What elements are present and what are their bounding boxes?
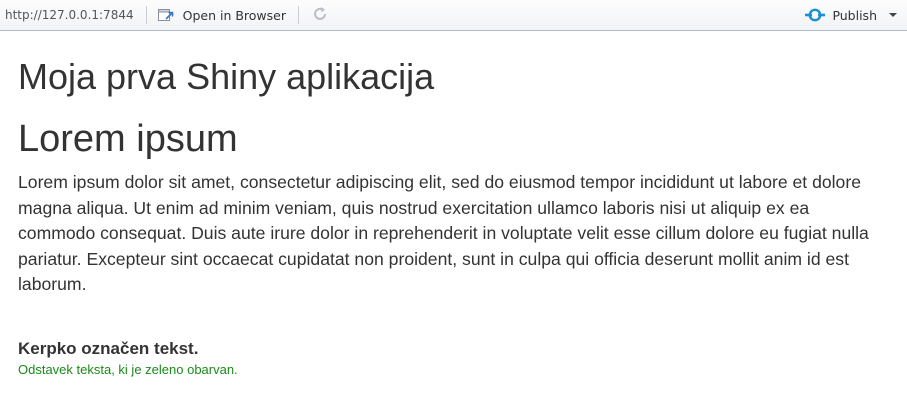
- page-content: Moja prva Shiny aplikacija Lorem ipsum L…: [18, 31, 886, 377]
- toolbar-divider: [298, 6, 299, 24]
- green-text: Odstavek teksta, ki je zeleno obarvan.: [18, 361, 238, 377]
- publish-label: Publish: [832, 7, 877, 23]
- bold-text: Kerpko označen tekst.: [18, 338, 199, 358]
- section-heading: Lorem ipsum: [18, 118, 238, 160]
- viewer-toolbar: http://127.0.0.1:7844 Open in Browser Pu…: [0, 0, 907, 31]
- refresh-button[interactable]: [309, 4, 331, 26]
- toolbar-divider: [145, 6, 147, 24]
- lorem-paragraph: Lorem ipsum dolor sit amet, consectetur …: [18, 172, 869, 294]
- chevron-down-icon[interactable]: [889, 13, 897, 17]
- refresh-icon: [311, 5, 329, 26]
- publish-button[interactable]: Publish: [805, 3, 907, 27]
- publish-icon: [805, 7, 826, 23]
- open-in-browser-button[interactable]: Open in Browser: [151, 3, 294, 27]
- page-title: Moja prva Shiny aplikacija: [18, 56, 435, 97]
- url-label: http://127.0.0.1:7844: [5, 8, 134, 22]
- open-in-browser-label: Open in Browser: [182, 7, 286, 23]
- open-in-browser-icon: [157, 7, 175, 23]
